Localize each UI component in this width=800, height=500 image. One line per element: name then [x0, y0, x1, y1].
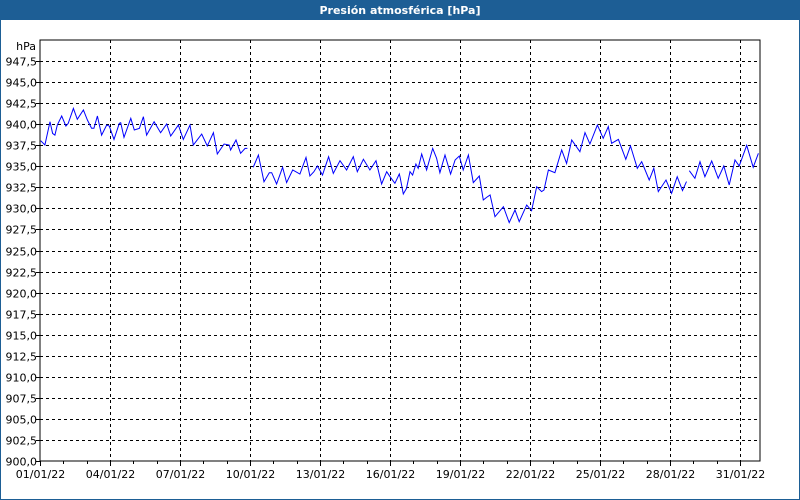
x-tick-label: 13/01/22	[296, 468, 345, 481]
pressure-line-segment	[252, 123, 687, 224]
y-tick-label: 945,0	[6, 77, 38, 90]
pressure-chart: 900,0 902,5 905,0 907,5 910,0 912,5 915,0 917,5…	[6, 39, 766, 482]
x-tick-label: 07/01/22	[156, 468, 205, 481]
x-tick-label: 31/01/22	[716, 468, 765, 481]
pressure-line-segment	[40, 106, 248, 156]
axes: 900,0 902,5 905,0 907,5 910,0 912,5 915,0 917,5…	[6, 56, 766, 482]
y-tick-label: 917,5	[6, 309, 38, 322]
x-tick-label: 10/01/22	[226, 468, 275, 481]
y-tick-label: 927,5	[6, 224, 38, 237]
y-tick-label: 900,0	[6, 456, 38, 469]
x-tick-label: 25/01/22	[576, 468, 625, 481]
x-tick-label: 04/01/22	[86, 468, 135, 481]
y-tick-label: 920,0	[6, 288, 38, 301]
y-axis-unit-label: hPa	[16, 40, 36, 53]
y-tick-label: 940,0	[6, 119, 38, 132]
y-tick-label: 905,0	[6, 414, 38, 427]
x-tick-label: 01/01/22	[16, 468, 65, 481]
series-lines	[40, 106, 759, 224]
y-tick-label: 930,0	[6, 203, 38, 216]
y-tick-label: 915,0	[6, 330, 38, 343]
y-tick-label: 907,5	[6, 393, 38, 406]
x-tick-label: 28/01/22	[646, 468, 695, 481]
y-tick-label: 947,5	[6, 56, 38, 69]
x-tick-label: 19/01/22	[436, 468, 485, 481]
x-tick-label: 16/01/22	[366, 468, 415, 481]
y-tick-label: 910,0	[6, 372, 38, 385]
grid	[40, 40, 760, 461]
y-tick-label: 925,0	[6, 246, 38, 259]
pressure-line-segment	[688, 143, 759, 186]
y-tick-label: 902,5	[6, 435, 38, 448]
x-tick-label: 22/01/22	[506, 468, 555, 481]
y-tick-label: 935,0	[6, 161, 38, 174]
y-tick-label: 932,5	[6, 182, 38, 195]
y-tick-label: 922,5	[6, 267, 38, 280]
y-tick-label: 937,5	[6, 140, 38, 153]
y-tick-label: 912,5	[6, 351, 38, 364]
y-tick-label: 942,5	[6, 98, 38, 111]
